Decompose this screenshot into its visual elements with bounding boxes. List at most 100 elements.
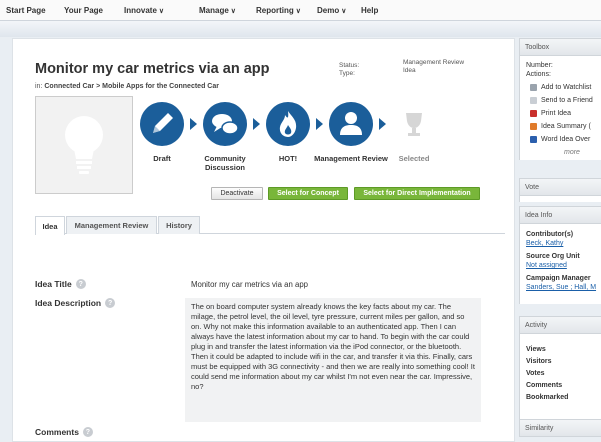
powerpoint-icon [530,123,537,130]
idea-info-header: Idea Info [519,206,601,224]
word-icon [530,136,537,143]
add-to-watchlist-link[interactable]: Add to Watchlist [530,84,591,91]
campaign-manager-label: Campaign Manager [526,275,591,282]
idea-title-value: Monitor my car metrics via an app [191,280,308,289]
source-org-link[interactable]: Not assigned [526,262,567,269]
status-label: Status: [339,62,360,69]
contributor-link[interactable]: Beck, Kathy [526,240,563,247]
breadcrumb-separator: > [96,83,101,90]
watchlist-icon [530,84,537,91]
word-idea-overview-label: Word Idea Over [541,136,591,143]
top-navigation: Start Page Your Page Innovate ∨ Manage ∨ R… [0,0,601,21]
stage-arrow-icon [253,118,260,130]
mail-icon [530,97,537,104]
type-label: Type: [339,70,355,77]
activity-votes: Votes [526,370,545,377]
nav-manage[interactable]: Manage ∨ [199,6,236,15]
nav-start-page-label: Start Page [6,6,46,15]
idea-description-label: Idea Description ? [35,298,116,308]
header-band [0,21,601,37]
flame-icon [266,102,310,146]
help-icon[interactable]: ? [75,279,86,289]
trophy-icon [392,102,436,146]
manager-icon [329,102,373,146]
print-idea-link[interactable]: Print Idea [530,110,571,117]
nav-reporting[interactable]: Reporting ∨ [256,6,301,15]
breadcrumb-subcampaign[interactable]: Mobile Apps for the Connected Car [102,83,219,90]
more-link[interactable]: more [564,149,580,156]
stage-arrow-icon [190,118,197,130]
nav-demo-label: Demo [317,6,340,15]
type-value: Idea [403,67,416,74]
campaign-manager-link[interactable]: Sanders, Sue ; Hall, M [526,284,596,291]
idea-main-panel: Monitor my car metrics via an app Status… [12,38,515,442]
idea-info-panel: Contributor(s) Beck, Kathy Source Org Un… [519,224,601,304]
idea-description-label-text: Idea Description [35,298,102,308]
breadcrumb-prefix: in: [35,83,43,90]
tab-history[interactable]: History [158,216,200,234]
tab-idea[interactable]: Idea [35,216,65,235]
vote-panel [519,196,601,202]
nav-innovate-label: Innovate [124,6,157,15]
help-icon[interactable]: ? [105,298,116,308]
activity-header: Activity [519,316,601,334]
activity-views: Views [526,346,546,353]
chevron-down-icon: ∨ [341,8,347,15]
stage-selected [391,101,437,147]
stage-label-selected: Selected [398,154,430,163]
breadcrumb: in: Connected Car > Mobile Apps for the … [35,83,219,90]
stage-hot [265,101,311,147]
stage-arrow-icon [379,118,386,130]
activity-bookmarked: Bookmarked [526,394,569,401]
activity-panel: Views Visitors Votes Comments Bookmarked [519,334,601,424]
source-org-label: Source Org Unit [526,253,580,260]
chevron-down-icon: ∨ [158,8,165,15]
activity-visitors: Visitors [526,358,552,365]
send-to-friend-link[interactable]: Send to a Friend [530,97,593,104]
select-for-concept-button[interactable]: Select for Concept [268,187,348,200]
similarity-header: Similarity [519,419,601,437]
toolbox-header: Toolbox [519,38,601,56]
deactivate-button[interactable]: Deactivate [211,187,263,200]
chat-bubbles-icon [203,102,247,146]
status-value: Management Review [403,59,465,66]
contributors-label: Contributor(s) [526,231,574,238]
idea-summary-link[interactable]: Idea Summary ( [530,123,591,130]
stage-community-discussion [202,101,248,147]
right-sidebar: Toolbox Number: Actions: Add to Watchlis… [519,38,601,442]
word-idea-overview-link[interactable]: Word Idea Over [530,136,590,143]
number-label: Number: [526,62,553,69]
status-values: Management Review Idea [403,59,464,75]
send-to-friend-label: Send to a Friend [541,97,593,104]
comments-label-text: Comments [35,427,79,437]
nav-reporting-label: Reporting [256,6,294,15]
chevron-down-icon: ∨ [295,8,301,15]
stage-draft [139,101,185,147]
stage-arrow-icon [316,118,323,130]
idea-image [35,96,133,194]
actions-label: Actions: [526,71,551,78]
nav-start-page[interactable]: Start Page [6,6,46,15]
idea-description-value: The on board computer system already kno… [185,298,481,422]
nav-your-page[interactable]: Your Page [64,6,103,15]
idea-summary-label: Idea Summary ( [541,123,591,130]
idea-title-label: Idea Title ? [35,279,86,289]
nav-demo[interactable]: Demo ∨ [317,6,346,15]
nav-help[interactable]: Help [361,6,378,15]
add-to-watchlist-label: Add to Watchlist [541,84,592,91]
pencil-icon [140,102,184,146]
vote-header: Vote [519,178,601,196]
toolbox-panel: Number: Actions: Add to Watchlist Send t… [519,56,601,160]
print-idea-label: Print Idea [541,110,571,117]
nav-innovate[interactable]: Innovate ∨ [124,6,164,15]
tab-management-review[interactable]: Management Review [66,216,157,234]
lightbulb-icon [65,116,103,174]
activity-comments: Comments [526,382,563,389]
chevron-down-icon: ∨ [230,8,236,15]
breadcrumb-campaign[interactable]: Connected Car [44,83,94,90]
stage-management-review [328,101,374,147]
select-for-direct-implementation-button[interactable]: Select for Direct Implementation [354,187,480,200]
help-icon[interactable]: ? [82,427,93,437]
pdf-icon [530,110,537,117]
status-labels: Status: Type: [339,62,359,78]
